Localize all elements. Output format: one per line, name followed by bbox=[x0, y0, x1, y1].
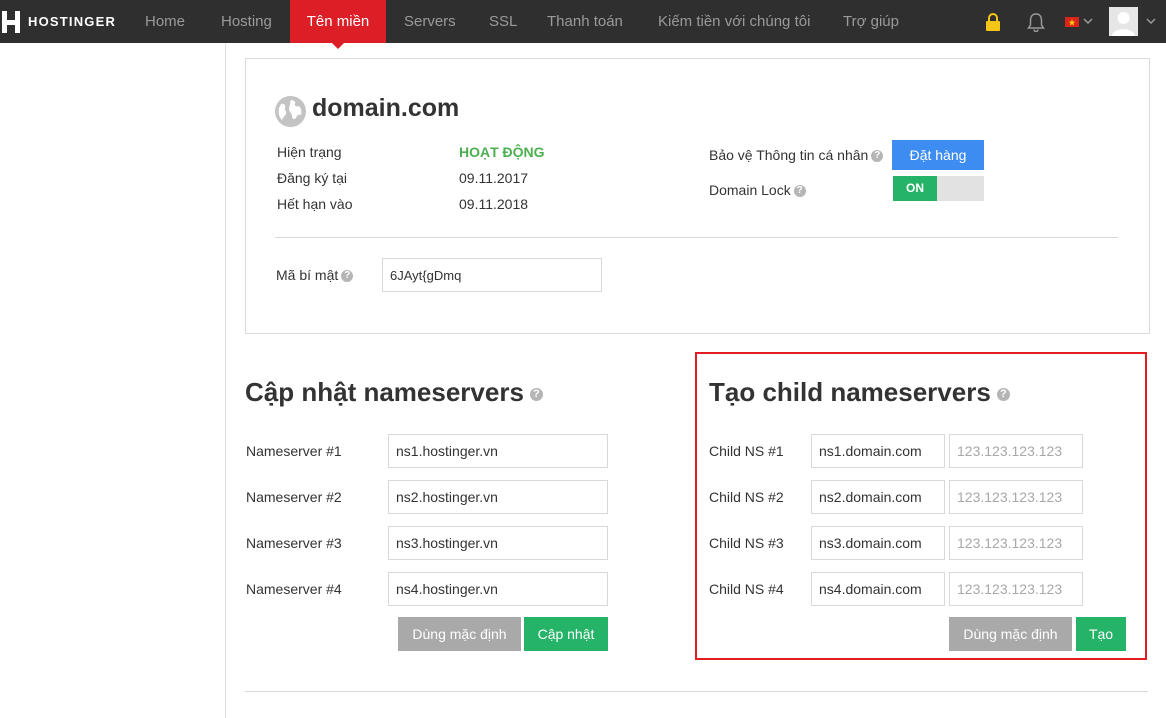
update-nameservers-heading: Cập nhật nameservers bbox=[245, 377, 524, 407]
domain-lock-label: Domain Lock? bbox=[709, 182, 806, 198]
nav-item-servers[interactable]: Servers bbox=[404, 0, 456, 43]
status-badge: HOẠT ĐỘNG bbox=[459, 144, 545, 160]
child-ns-label: Child NS #4 bbox=[709, 581, 784, 597]
child-nameservers-heading: Tạo child nameservers bbox=[709, 377, 991, 407]
child-ns-label: Child NS #3 bbox=[709, 535, 784, 551]
domain-name-title: domain.com bbox=[312, 94, 460, 122]
child-ns-2-host-input[interactable]: ns2.domain.com bbox=[811, 480, 945, 514]
registered-label: Đăng ký tại bbox=[277, 170, 348, 186]
child-nameservers-title: Tạo child nameservers? bbox=[709, 377, 1010, 408]
privacy-protection-text: Bảo vệ Thông tin cá nhân bbox=[709, 147, 869, 163]
child-ns-3-host-input[interactable]: ns3.domain.com bbox=[811, 526, 945, 560]
brand-name: HOSTINGER bbox=[28, 14, 117, 29]
use-default-nameservers-button[interactable]: Dùng mặc định bbox=[398, 617, 521, 651]
lock-icon[interactable] bbox=[985, 13, 1001, 31]
nameserver-label: Nameserver #3 bbox=[246, 535, 342, 551]
expires-label: Hết hạn vào bbox=[277, 196, 353, 212]
use-default-child-ns-button[interactable]: Dùng mặc định bbox=[949, 617, 1072, 651]
nav-item-help[interactable]: Trợ giúp bbox=[843, 0, 899, 43]
secret-code-label: Mã bí mật? bbox=[276, 267, 354, 283]
chevron-down-icon[interactable] bbox=[1083, 18, 1093, 25]
flag-vn-icon[interactable] bbox=[1065, 17, 1079, 27]
child-ns-1-ip-input[interactable]: 123.123.123.123 bbox=[949, 434, 1083, 468]
nameserver-label: Nameserver #4 bbox=[246, 581, 342, 597]
domain-lock-text: Domain Lock bbox=[709, 182, 791, 198]
child-ns-2-ip-input[interactable]: 123.123.123.123 bbox=[949, 480, 1083, 514]
nameserver-label: Nameserver #1 bbox=[246, 443, 342, 459]
card-divider bbox=[275, 237, 1118, 238]
bell-icon[interactable] bbox=[1027, 13, 1045, 32]
update-nameservers-button[interactable]: Cập nhật bbox=[524, 617, 608, 651]
child-ns-label: Child NS #1 bbox=[709, 443, 784, 459]
top-nav-bar: HOSTINGER Home Hosting Tên miền Servers … bbox=[0, 0, 1166, 49]
nameserver-1-input[interactable]: ns1.hostinger.vn bbox=[388, 434, 608, 468]
section-divider bbox=[245, 691, 1148, 692]
nameserver-3-input[interactable]: ns3.hostinger.vn bbox=[388, 526, 608, 560]
globe-icon bbox=[275, 96, 306, 127]
child-ns-4-ip-input[interactable]: 123.123.123.123 bbox=[949, 572, 1083, 606]
nav-item-ssl[interactable]: SSL bbox=[489, 0, 517, 43]
secret-code-field[interactable]: 6JAyt{gDmq bbox=[382, 258, 602, 292]
privacy-protection-label: Bảo vệ Thông tin cá nhân? bbox=[709, 147, 884, 163]
avatar[interactable] bbox=[1109, 7, 1138, 36]
toggle-on-label: ON bbox=[893, 176, 937, 201]
chevron-down-icon[interactable] bbox=[1146, 18, 1156, 25]
nav-item-hosting[interactable]: Hosting bbox=[221, 0, 272, 43]
domain-lock-toggle[interactable]: ON bbox=[893, 176, 984, 201]
user-icon bbox=[1112, 12, 1135, 36]
help-icon[interactable]: ? bbox=[529, 387, 543, 401]
nav-item-domains[interactable]: Tên miền bbox=[290, 0, 386, 49]
help-icon[interactable]: ? bbox=[871, 150, 884, 163]
hostinger-logo-icon bbox=[2, 10, 20, 33]
brand-logo[interactable]: HOSTINGER bbox=[0, 0, 116, 43]
child-ns-3-ip-input[interactable]: 123.123.123.123 bbox=[949, 526, 1083, 560]
nameserver-2-input[interactable]: ns2.hostinger.vn bbox=[388, 480, 608, 514]
nav-item-billing[interactable]: Thanh toán bbox=[547, 0, 623, 43]
create-child-ns-button[interactable]: Tạo bbox=[1076, 617, 1126, 651]
nameserver-4-input[interactable]: ns4.hostinger.vn bbox=[388, 572, 608, 606]
update-nameservers-title: Cập nhật nameservers? bbox=[245, 377, 543, 408]
nav-item-affiliate[interactable]: Kiếm tiền với chúng tôi bbox=[658, 0, 810, 43]
child-ns-4-host-input[interactable]: ns4.domain.com bbox=[811, 572, 945, 606]
child-ns-label: Child NS #2 bbox=[709, 489, 784, 505]
help-icon[interactable]: ? bbox=[793, 185, 806, 198]
secret-code-text: Mã bí mật bbox=[276, 267, 339, 283]
expires-date: 09.11.2018 bbox=[459, 196, 529, 212]
nameserver-label: Nameserver #2 bbox=[246, 489, 342, 505]
child-ns-1-host-input[interactable]: ns1.domain.com bbox=[811, 434, 945, 468]
registered-date: 09.11.2017 bbox=[459, 170, 529, 186]
order-privacy-button[interactable]: Đặt hàng bbox=[892, 140, 984, 170]
status-label: Hiện trạng bbox=[277, 144, 342, 160]
help-icon[interactable]: ? bbox=[996, 387, 1010, 401]
sidebar bbox=[0, 43, 226, 718]
nav-item-home[interactable]: Home bbox=[145, 0, 185, 43]
help-icon[interactable]: ? bbox=[341, 270, 354, 283]
